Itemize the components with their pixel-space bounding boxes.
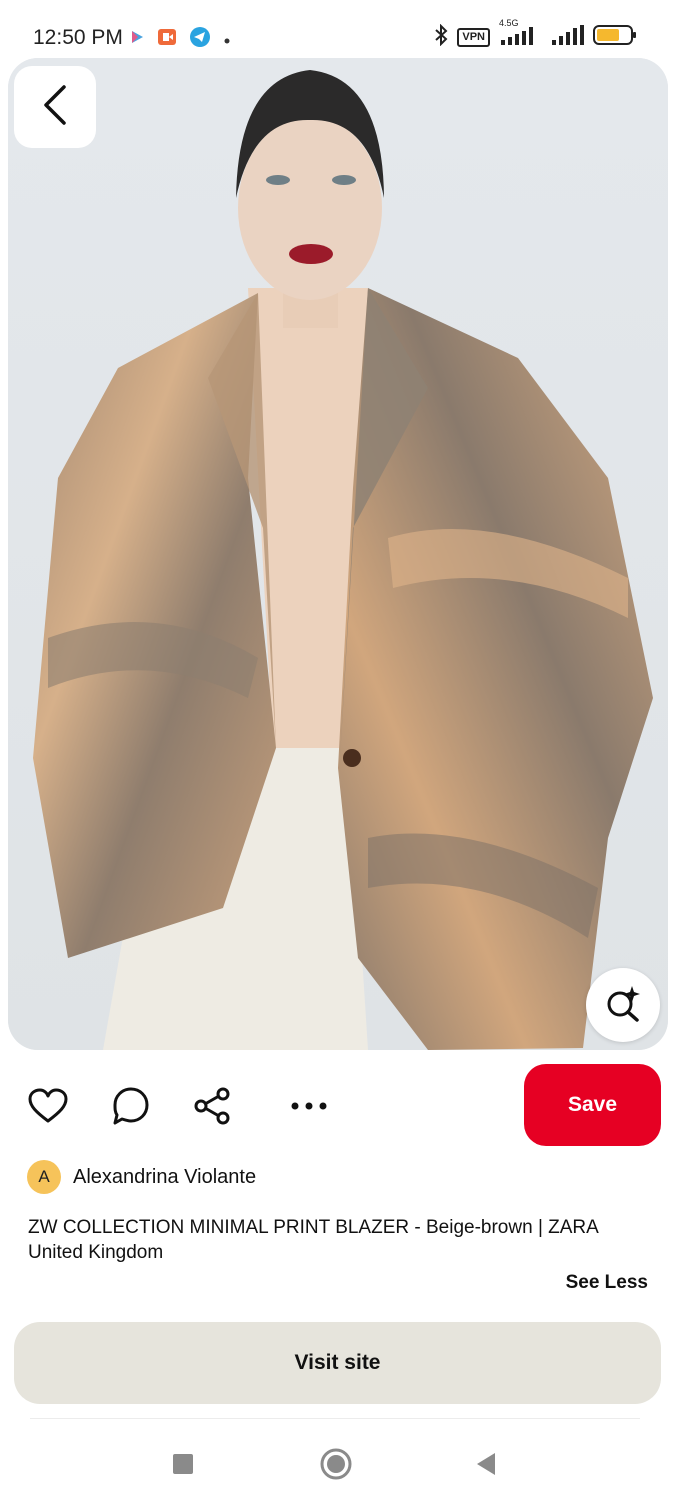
save-button[interactable]: Save [524, 1064, 661, 1146]
pin-description: ZW COLLECTION MINIMAL PRINT BLAZER - Bei… [28, 1217, 598, 1263]
more-icon[interactable] [287, 1084, 331, 1128]
see-less-link[interactable]: See Less [566, 1272, 648, 1294]
dot-icon [224, 31, 230, 49]
visual-search-icon [604, 984, 642, 1027]
comment-icon[interactable] [109, 1084, 153, 1128]
divider [30, 1418, 640, 1419]
back-button[interactable] [14, 66, 96, 148]
chevron-left-icon [40, 84, 70, 131]
battery-icon [593, 24, 637, 51]
product-photo [8, 58, 668, 1050]
system-nav-bar [0, 1430, 675, 1500]
vpn-icon: VPN [457, 28, 490, 47]
home-circle-icon[interactable] [316, 1444, 356, 1484]
back-triangle-icon[interactable] [466, 1444, 506, 1484]
heart-icon[interactable] [26, 1084, 70, 1128]
visit-site-button[interactable]: Visit site [14, 1322, 661, 1404]
share-icon[interactable] [190, 1084, 234, 1128]
network-type: 4.5G [499, 18, 519, 28]
signal-icon [550, 24, 584, 51]
creator-name[interactable]: Alexandrina Violante [73, 1166, 256, 1189]
play-store-icon [130, 30, 144, 49]
avatar[interactable]: A [27, 1160, 61, 1194]
bluetooth-icon [434, 23, 448, 51]
recents-square-icon[interactable] [163, 1444, 203, 1484]
recorder-icon [158, 29, 176, 50]
status-bar: 12:50 PM VPN 4.5G [0, 0, 675, 60]
telegram-icon [190, 27, 210, 52]
signal-icon: 4.5G [499, 18, 541, 51]
creator[interactable]: A Alexandrina Violante [27, 1160, 256, 1194]
pin-image[interactable] [8, 58, 668, 1050]
action-row: Save [0, 1062, 675, 1148]
visual-search-button[interactable] [586, 968, 660, 1042]
status-time: 12:50 PM [33, 26, 123, 49]
